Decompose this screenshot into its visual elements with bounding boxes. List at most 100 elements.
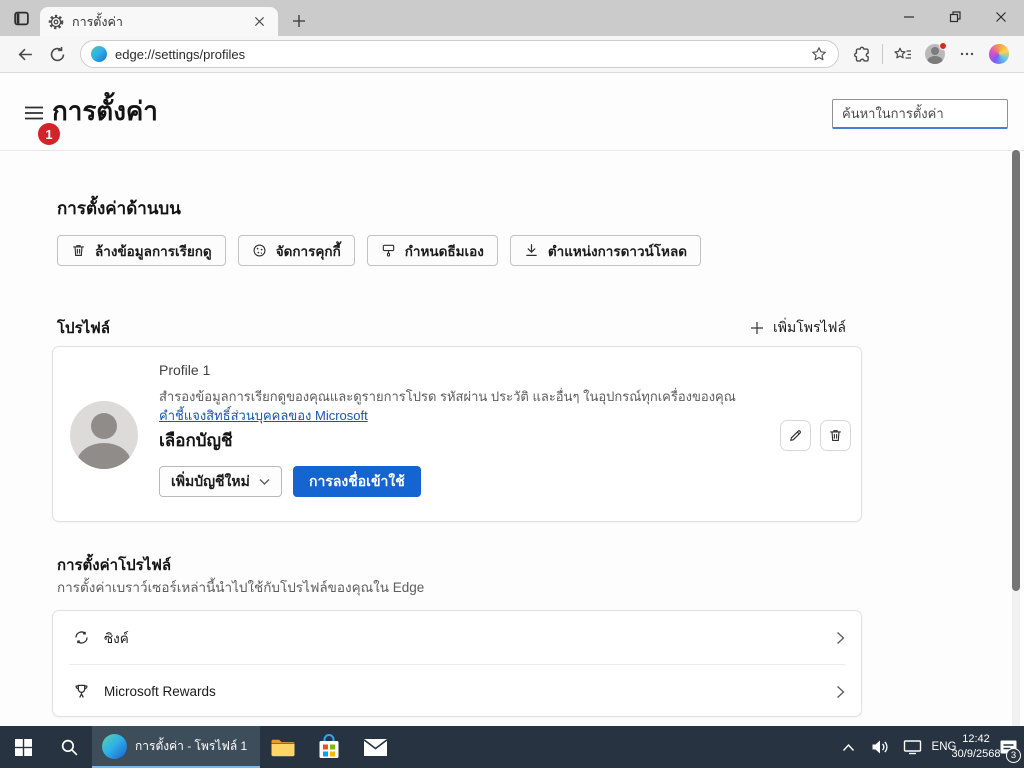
cookie-icon xyxy=(252,243,267,258)
trash-icon xyxy=(71,243,86,258)
store-icon xyxy=(317,734,341,760)
plus-icon xyxy=(292,14,306,28)
copilot-button[interactable] xyxy=(984,40,1014,68)
back-button[interactable] xyxy=(10,40,40,68)
button-label: ล้างข้อมูลการเรียกดู xyxy=(95,240,212,262)
add-profile-button[interactable]: เพิ่มโพรไฟล์ xyxy=(750,317,846,339)
trophy-icon xyxy=(73,683,90,700)
privacy-statement-link[interactable]: คำชี้แจงสิทธิ์ส่วนบุคคลของ Microsoft xyxy=(159,405,368,426)
profile-avatar xyxy=(70,401,138,469)
sync-row[interactable]: ซิงค์ xyxy=(53,611,861,664)
address-bar[interactable]: edge://settings/profiles xyxy=(80,40,839,68)
speaker-icon xyxy=(871,739,890,755)
clock-time: 12:42 xyxy=(962,732,990,747)
folder-icon xyxy=(270,737,296,758)
tab-actions-button[interactable] xyxy=(8,5,35,31)
profile-description: สำรองข้อมูลการเรียกดูของคุณและดูรายการโป… xyxy=(159,386,849,407)
star-icon xyxy=(811,46,827,62)
paint-roller-icon xyxy=(381,243,396,258)
profile-name: Profile 1 xyxy=(159,362,210,378)
profiles-heading: โปรไฟล์ xyxy=(57,316,110,340)
restore-button[interactable] xyxy=(932,0,978,33)
annotation-step-1-badge: 1 xyxy=(38,123,60,145)
close-window-button[interactable] xyxy=(978,0,1024,33)
settings-and-more-button[interactable] xyxy=(952,40,982,68)
mail-button[interactable] xyxy=(352,726,398,768)
chevron-up-icon xyxy=(842,743,855,752)
header-divider xyxy=(0,150,1024,151)
toolbar-divider xyxy=(882,44,883,64)
puzzle-icon xyxy=(854,46,871,63)
network-icon xyxy=(903,739,922,755)
settings-menu-button[interactable] xyxy=(20,99,48,127)
taskbar-search-button[interactable] xyxy=(46,726,92,768)
scrollbar-thumb[interactable] xyxy=(1012,150,1020,591)
mail-icon xyxy=(363,738,388,757)
microsoft-rewards-row[interactable]: Microsoft Rewards xyxy=(53,665,861,717)
network-button[interactable] xyxy=(896,726,928,768)
edge-taskbar-button[interactable]: การตั้งค่า - โพรไฟล์ 1 ... xyxy=(92,726,260,768)
page-title: การตั้งค่า xyxy=(52,93,158,129)
profile-notification-dot xyxy=(939,42,947,50)
add-account-label: เพิ่มบัญชีใหม่ xyxy=(171,471,250,493)
notification-count-badge: 3 xyxy=(1006,748,1021,763)
edit-profile-button[interactable] xyxy=(780,420,811,451)
add-profile-label: เพิ่มโพรไฟล์ xyxy=(773,317,846,339)
tab-actions-icon xyxy=(13,10,30,27)
profile-button[interactable] xyxy=(920,40,950,68)
profile-settings-subtitle: การตั้งค่าเบราว์เซอร์เหล่านี้นำไปใช้กับโ… xyxy=(57,576,424,598)
tab-strip: การตั้งค่า xyxy=(0,0,1024,36)
tray-overflow-button[interactable] xyxy=(832,726,864,768)
volume-button[interactable] xyxy=(864,726,896,768)
plus-icon xyxy=(750,321,764,335)
edge-logo-icon xyxy=(91,46,107,62)
sync-label: ซิงค์ xyxy=(104,627,836,649)
ellipsis-icon xyxy=(959,46,975,62)
search-icon xyxy=(60,738,79,757)
tab-close-button[interactable] xyxy=(248,11,270,33)
file-explorer-button[interactable] xyxy=(260,726,306,768)
edge-task-label: การตั้งค่า - โพรไฟล์ 1 ... xyxy=(135,737,250,756)
button-label: ตำแหน่งการดาวน์โหลด xyxy=(548,240,687,262)
url-text: edge://settings/profiles xyxy=(115,47,804,62)
restore-icon xyxy=(949,11,961,23)
refresh-button[interactable] xyxy=(42,40,72,68)
scrollbar-track[interactable] xyxy=(1012,150,1020,726)
download-icon xyxy=(524,243,539,258)
manage-cookies-button[interactable]: จัดการคุกกี้ xyxy=(238,235,355,266)
download-location-button[interactable]: ตำแหน่งการดาวน์โหลด xyxy=(510,235,701,266)
microsoft-store-button[interactable] xyxy=(306,726,352,768)
edge-logo-icon xyxy=(102,734,127,759)
delete-profile-button[interactable] xyxy=(820,420,851,451)
action-center-button[interactable]: 3 xyxy=(992,726,1024,768)
gear-icon xyxy=(48,14,64,30)
taskbar-clock[interactable]: 12:42 30/9/2568 xyxy=(960,726,992,768)
window-controls xyxy=(886,0,1024,33)
add-account-dropdown[interactable]: เพิ่มบัญชีใหม่ xyxy=(159,466,282,497)
minimize-icon xyxy=(903,11,915,23)
browser-window: การตั้งค่า edge://settings/profiles xyxy=(0,0,1024,768)
extensions-button[interactable] xyxy=(847,40,877,68)
favorites-hub-icon xyxy=(894,46,912,63)
start-button[interactable] xyxy=(0,726,46,768)
profiles-header-row: โปรไฟล์ เพิ่มโพรไฟล์ xyxy=(57,316,846,340)
rewards-label: Microsoft Rewards xyxy=(104,684,836,699)
profile-card: Profile 1 สำรองข้อมูลการเรียกดูของคุณและ… xyxy=(52,346,862,522)
settings-search-input[interactable] xyxy=(832,99,1008,129)
new-tab-button[interactable] xyxy=(288,10,310,32)
favorite-page-button[interactable] xyxy=(804,40,834,68)
minimize-button[interactable] xyxy=(886,0,932,33)
taskbar: การตั้งค่า - โพรไฟล์ 1 ... ENG 12:42 30/… xyxy=(0,726,1024,768)
profile-settings-card: ซิงค์ Microsoft Rewards xyxy=(52,610,862,717)
pencil-icon xyxy=(788,428,803,443)
favorites-hub-button[interactable] xyxy=(888,40,918,68)
active-tab[interactable]: การตั้งค่า xyxy=(40,7,278,36)
button-label: กำหนดธีมเอง xyxy=(405,240,484,262)
refresh-icon xyxy=(49,46,66,63)
hamburger-icon xyxy=(24,105,44,121)
chevron-right-icon xyxy=(836,685,845,699)
clear-browsing-data-button[interactable]: ล้างข้อมูลการเรียกดู xyxy=(57,235,226,266)
customize-theme-button[interactable]: กำหนดธีมเอง xyxy=(367,235,498,266)
profile-settings-heading: การตั้งค่าโปรไฟล์ xyxy=(57,553,171,577)
sign-in-button[interactable]: การลงชื่อเข้าใช้ xyxy=(293,466,421,497)
